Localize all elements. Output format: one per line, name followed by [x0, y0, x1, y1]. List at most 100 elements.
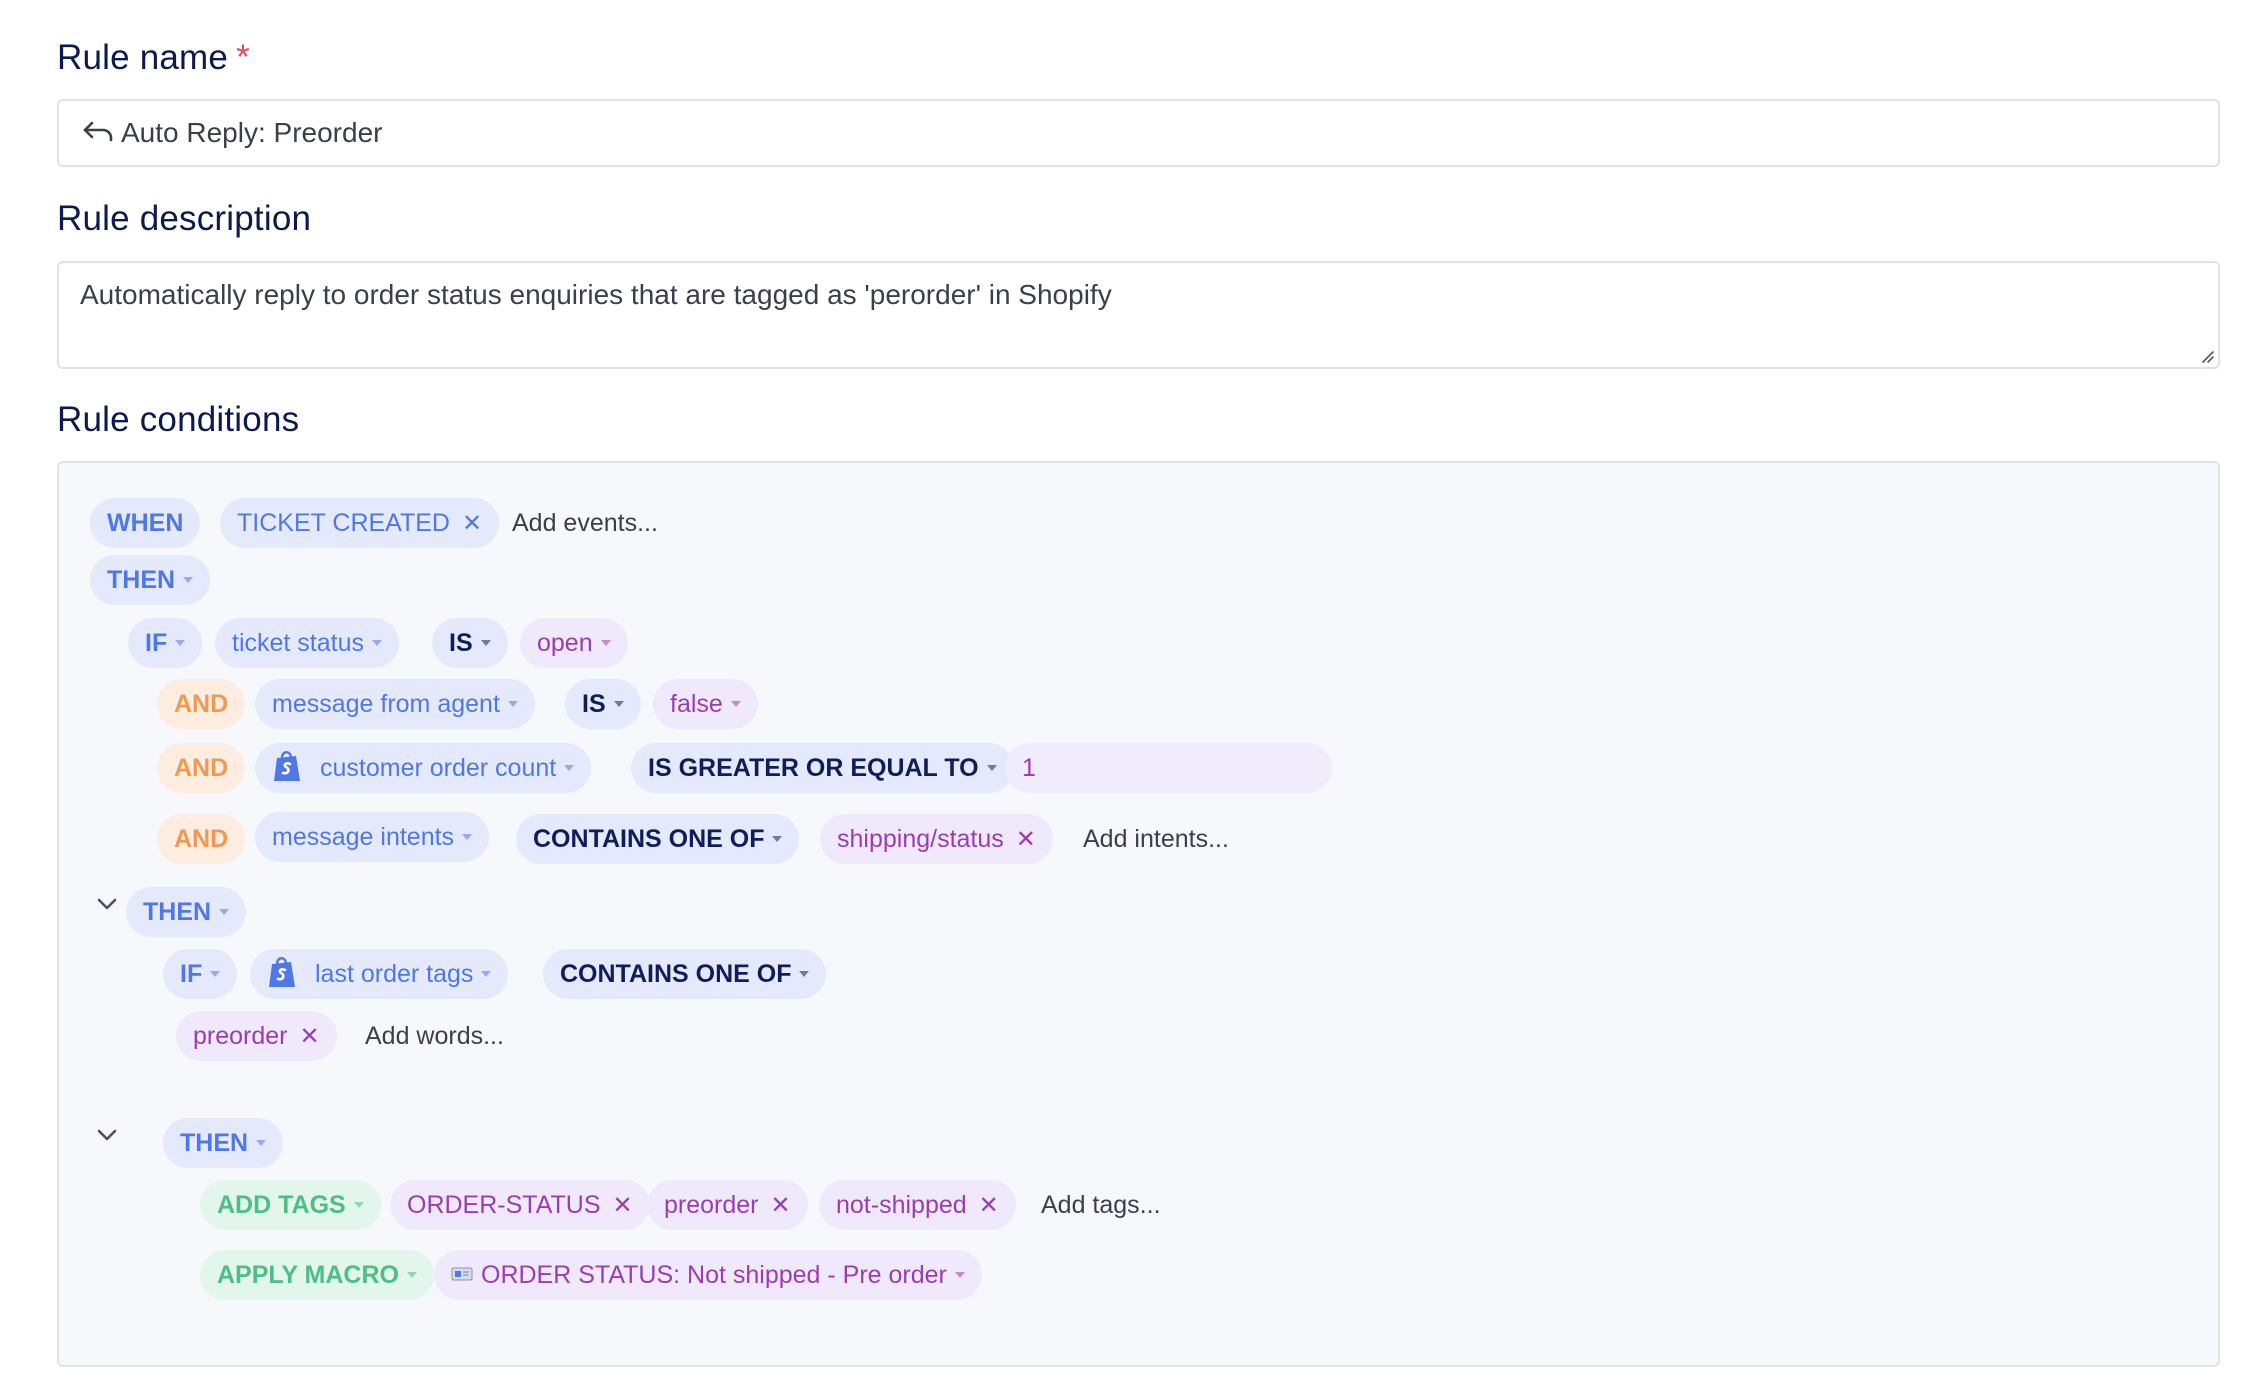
- rule-description-label: Rule description: [57, 199, 312, 238]
- event-tag-label: TICKET CREATED: [237, 509, 450, 537]
- when-keyword: WHEN: [90, 498, 201, 548]
- rule-name-label-text: Rule name: [57, 38, 229, 77]
- and-keyword-1: AND: [157, 679, 246, 729]
- operator-contains-one-of-2[interactable]: CONTAINS ONE OF: [543, 949, 827, 999]
- caret-down-icon: [462, 833, 473, 840]
- reply-arrow-icon: [83, 121, 113, 142]
- operator-contains-one-of-1[interactable]: CONTAINS ONE OF: [516, 814, 800, 864]
- macro-label: ORDER STATUS: Not shipped - Pre order: [481, 1261, 947, 1289]
- caret-down-icon: [799, 970, 810, 977]
- caret-down-icon: [481, 970, 492, 977]
- caret-down-icon: [210, 970, 221, 977]
- tag-label: ORDER-STATUS: [407, 1191, 601, 1219]
- caret-down-icon: [507, 700, 518, 707]
- value-false[interactable]: false: [653, 679, 758, 729]
- then-dropdown-2[interactable]: THEN: [126, 887, 247, 937]
- add-intents-input[interactable]: Add intents...: [1083, 814, 1229, 864]
- caret-down-icon: [730, 700, 741, 707]
- rule-name-label: Rule name *: [57, 38, 250, 78]
- tag-label: not-shipped: [836, 1191, 967, 1219]
- value-number-input[interactable]: 1: [1005, 743, 1332, 793]
- caret-down-icon: [600, 639, 611, 646]
- tag-order-status[interactable]: ORDER-STATUS ✕: [390, 1180, 650, 1230]
- value-open[interactable]: open: [520, 618, 628, 668]
- then-label: THEN: [180, 1129, 249, 1157]
- shopify-icon: [269, 957, 295, 988]
- caret-down-icon: [219, 908, 230, 915]
- add-events-input[interactable]: Add events...: [512, 498, 658, 548]
- then-dropdown-3[interactable]: THEN: [163, 1118, 284, 1168]
- operator-label: IS GREATER OR EQUAL TO: [648, 754, 979, 782]
- if-dropdown-1[interactable]: IF: [128, 618, 203, 668]
- field-label: message from agent: [272, 690, 500, 718]
- field-customer-order-count[interactable]: customer order count: [255, 743, 592, 793]
- rule-conditions-editor: WHEN TICKET CREATED ✕ Add events... THEN …: [57, 461, 2220, 1367]
- tag-label: preorder: [664, 1191, 759, 1219]
- then-dropdown-1[interactable]: THEN: [90, 555, 211, 605]
- operator-label: CONTAINS ONE OF: [560, 960, 792, 988]
- event-tag-ticket-created[interactable]: TICKET CREATED ✕: [220, 498, 500, 549]
- action-apply-macro[interactable]: APPLY MACRO: [200, 1250, 434, 1300]
- and-keyword-3: AND: [157, 814, 246, 864]
- value-label: open: [537, 629, 593, 657]
- caret-down-icon: [564, 764, 575, 771]
- chevron-down-icon[interactable]: [96, 1128, 118, 1142]
- operator-label: IS: [449, 629, 473, 657]
- remove-icon[interactable]: ✕: [1016, 815, 1036, 865]
- caret-down-icon: [183, 576, 194, 583]
- add-words-input[interactable]: Add words...: [365, 1011, 504, 1061]
- chevron-down-icon[interactable]: [96, 897, 118, 911]
- field-label: ticket status: [232, 629, 364, 657]
- tag-not-shipped[interactable]: not-shipped ✕: [819, 1180, 1016, 1230]
- action-label: APPLY MACRO: [217, 1261, 399, 1289]
- remove-icon[interactable]: ✕: [300, 1012, 320, 1062]
- field-ticket-status[interactable]: ticket status: [215, 618, 399, 668]
- then-label: THEN: [107, 566, 176, 594]
- field-label: message intents: [272, 823, 455, 851]
- rule-conditions-label: Rule conditions: [57, 400, 300, 439]
- resize-handle-icon[interactable]: [2198, 347, 2214, 363]
- rule-name-input[interactable]: Auto Reply: Preorder: [57, 99, 2220, 167]
- caret-down-icon: [175, 639, 186, 646]
- tag-preorder[interactable]: preorder ✕: [647, 1180, 808, 1230]
- intent-tag-shipping-status[interactable]: shipping/status ✕: [820, 814, 1053, 864]
- remove-icon[interactable]: ✕: [613, 1181, 633, 1231]
- caret-down-icon: [613, 700, 624, 707]
- required-marker: *: [236, 38, 250, 77]
- rule-description-textarea[interactable]: Automatically reply to order status enqu…: [57, 261, 2220, 369]
- add-tags-input[interactable]: Add tags...: [1041, 1180, 1161, 1230]
- operator-label: IS: [582, 690, 606, 718]
- rule-name-value: Auto Reply: Preorder: [121, 117, 383, 148]
- and-keyword-2: AND: [157, 743, 246, 793]
- word-tag-preorder[interactable]: preorder ✕: [176, 1011, 337, 1061]
- operator-is-1[interactable]: IS: [432, 618, 508, 668]
- caret-down-icon: [954, 1271, 965, 1278]
- if-dropdown-2[interactable]: IF: [163, 949, 238, 999]
- shopify-icon: [274, 751, 300, 782]
- field-last-order-tags[interactable]: last order tags: [250, 949, 509, 999]
- operator-label: CONTAINS ONE OF: [533, 825, 765, 853]
- operator-greater-or-equal[interactable]: IS GREATER OR EQUAL TO: [631, 743, 1014, 793]
- then-label: THEN: [143, 898, 212, 926]
- macro-select[interactable]: ORDER STATUS: Not shipped - Pre order: [434, 1250, 982, 1300]
- caret-down-icon: [480, 639, 491, 646]
- field-label: last order tags: [315, 960, 474, 988]
- word-tag-label: preorder: [193, 1022, 288, 1050]
- caret-down-icon: [986, 764, 997, 771]
- operator-is-2[interactable]: IS: [565, 679, 641, 729]
- macro-envelope-icon: [451, 1267, 473, 1281]
- caret-down-icon: [256, 1139, 267, 1146]
- field-message-from-agent[interactable]: message from agent: [255, 679, 535, 729]
- value-label: false: [670, 690, 723, 718]
- caret-down-icon: [406, 1271, 417, 1278]
- field-message-intents[interactable]: message intents: [255, 812, 490, 862]
- remove-icon[interactable]: ✕: [771, 1181, 791, 1231]
- action-label: ADD TAGS: [217, 1191, 346, 1219]
- remove-icon[interactable]: ✕: [979, 1181, 999, 1231]
- intent-tag-label: shipping/status: [837, 825, 1004, 853]
- action-add-tags[interactable]: ADD TAGS: [200, 1180, 381, 1230]
- field-label: customer order count: [320, 754, 557, 782]
- rule-description-value: Automatically reply to order status enqu…: [80, 279, 1112, 310]
- caret-down-icon: [353, 1201, 364, 1208]
- remove-icon[interactable]: ✕: [462, 499, 482, 549]
